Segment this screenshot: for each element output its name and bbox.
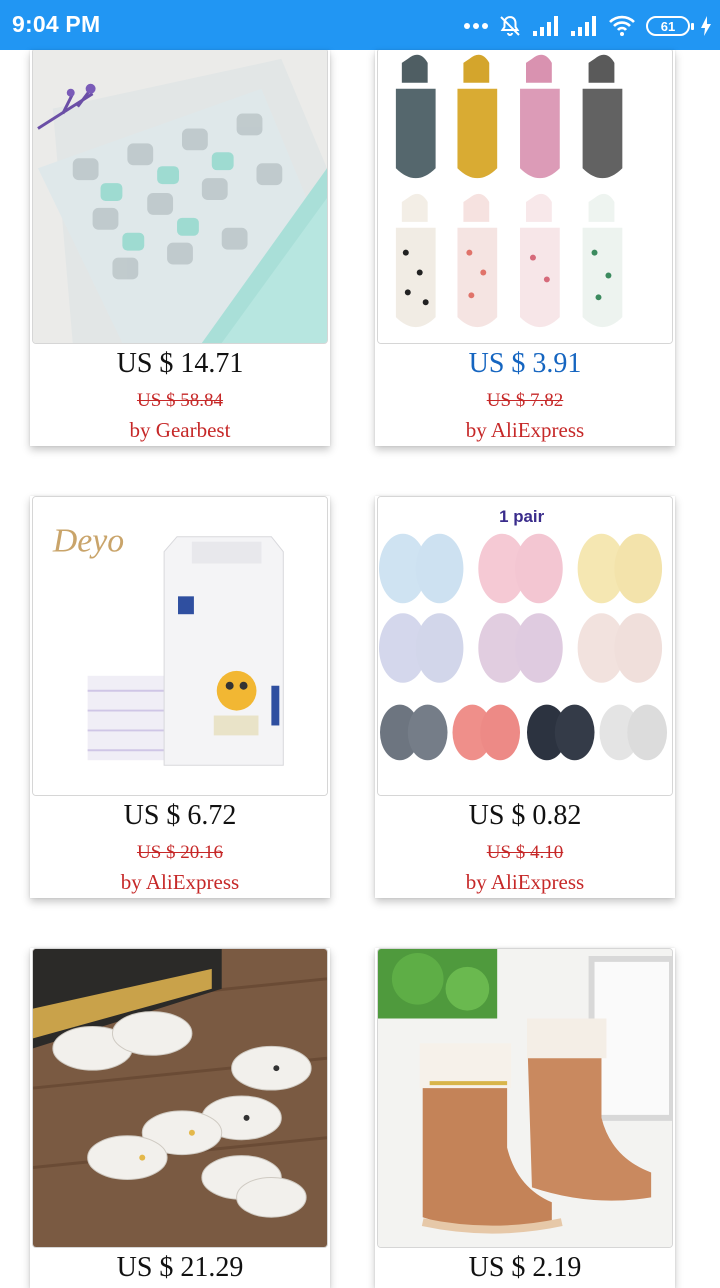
signal-icon-2	[570, 15, 598, 37]
product-card[interactable]: US $ 14.71 US $ 58.84 by Gearbest	[30, 50, 330, 446]
wifi-icon	[608, 15, 636, 37]
product-image-baby-shoes[interactable]	[32, 948, 328, 1248]
product-image-baby-booties[interactable]	[377, 948, 673, 1248]
battery-icon: 61	[646, 16, 694, 36]
product-original-price: US $ 7.82	[486, 390, 564, 411]
product-seller: by AliExpress	[465, 870, 585, 894]
product-price: US $ 2.19	[468, 1252, 582, 1283]
product-seller: by AliExpress	[465, 418, 585, 442]
product-card[interactable]: US $ 2.19	[375, 948, 675, 1288]
product-price: US $ 21.29	[116, 1252, 244, 1283]
product-card[interactable]: US $ 3.91 US $ 7.82 by AliExpress	[375, 50, 675, 446]
signal-icon	[532, 15, 560, 37]
pair-label: 1 pair	[499, 507, 544, 526]
product-image-diapers[interactable]: Deyo	[32, 496, 328, 796]
product-original-price: US $ 58.84	[136, 390, 224, 411]
brand-text: Deyo	[52, 523, 124, 560]
status-icons: 61	[464, 12, 712, 40]
product-card[interactable]: US $ 21.29	[30, 948, 330, 1288]
status-time: 9:04 PM	[12, 11, 101, 37]
product-price: US $ 0.82	[468, 800, 582, 831]
status-bar: 9:04 PM 61	[0, 0, 720, 50]
product-image-mittens[interactable]: 1 pair	[377, 496, 673, 796]
mute-bell-icon	[498, 14, 522, 38]
product-card[interactable]: 1 pair US $ 0.82 US $ 4.10 by AliExpress	[375, 496, 675, 898]
product-original-price: US $ 20.16	[136, 842, 224, 863]
product-image-blanket[interactable]	[32, 50, 328, 344]
battery-level: 61	[660, 18, 676, 34]
more-dots-icon	[464, 22, 488, 30]
product-card[interactable]: Deyo US $ 6.72 US $ 20.16 by AliExpress	[30, 496, 330, 898]
product-price: US $ 3.91	[468, 348, 582, 379]
charging-icon	[700, 15, 712, 37]
product-price: US $ 14.71	[116, 348, 244, 379]
product-price: US $ 6.72	[123, 800, 237, 831]
product-original-price: US $ 4.10	[486, 842, 564, 863]
product-seller: by Gearbest	[129, 418, 231, 442]
product-seller: by AliExpress	[120, 870, 240, 894]
product-image-swaddles[interactable]	[377, 50, 673, 344]
